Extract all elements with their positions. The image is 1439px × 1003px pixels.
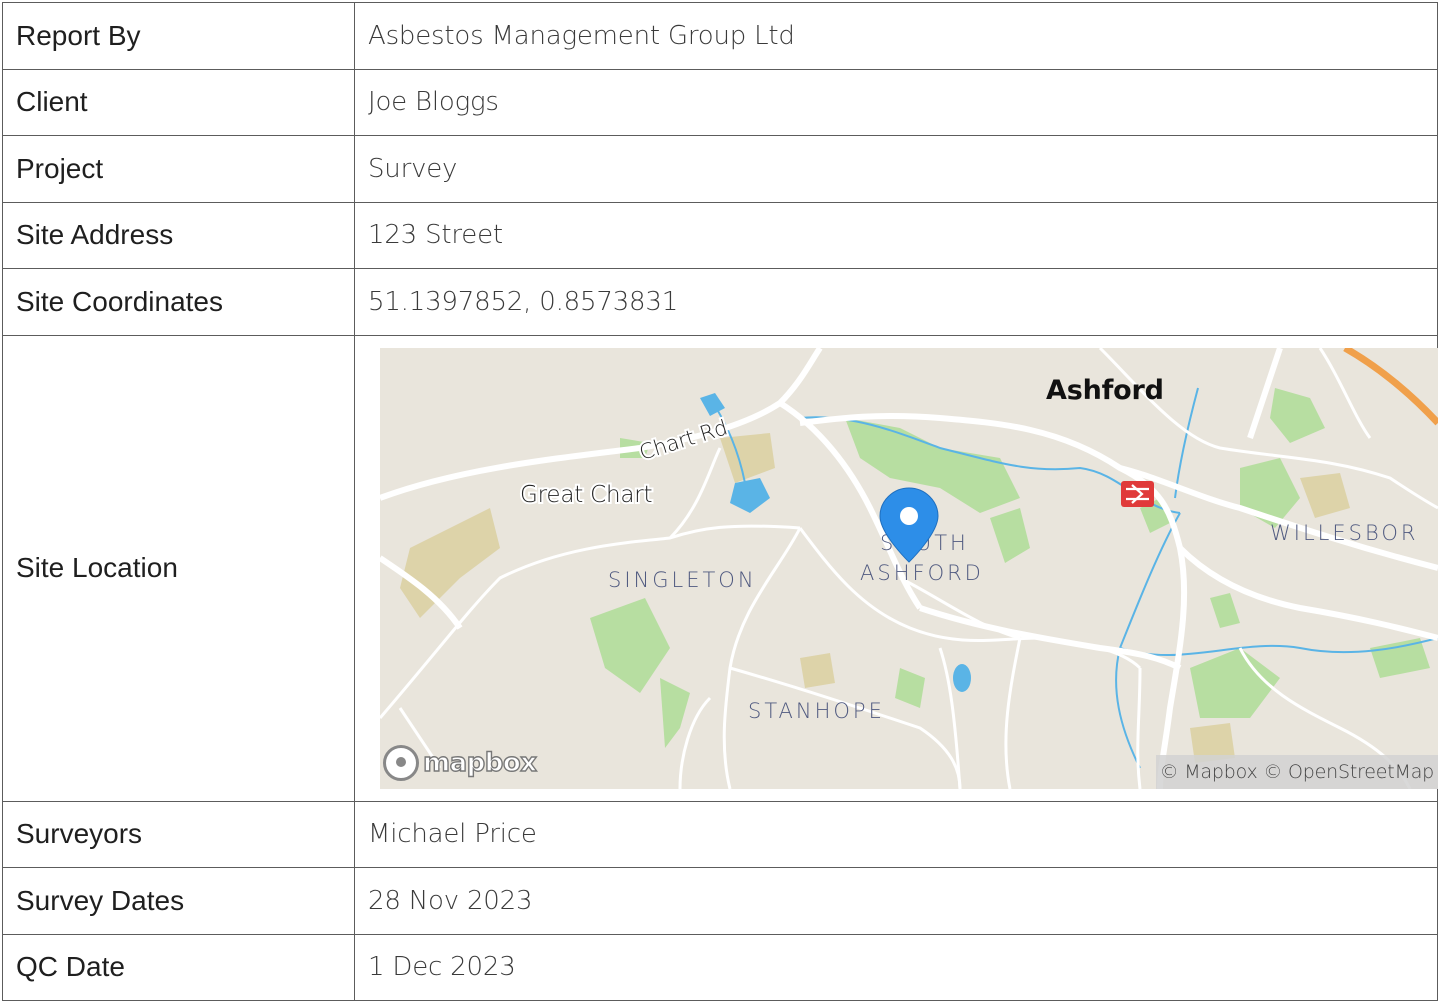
mapbox-logo[interactable]: mapbox xyxy=(383,744,538,781)
site-location-cell: Ashford Great Chart Chart Rd SINGLETON S… xyxy=(354,334,1438,802)
report-by-value: Asbestos Management Group Ltd xyxy=(354,2,1438,70)
qc-date-label: QC Date xyxy=(2,933,355,1001)
place-label-stanhope: STANHOPE xyxy=(748,699,885,723)
place-label-willesborough: WILLESBOR xyxy=(1270,521,1418,545)
row-project: Project Survey xyxy=(2,135,1438,203)
row-qc-date: QC Date 1 Dec 2023 xyxy=(2,933,1438,1001)
report-details-table: Report By Asbestos Management Group Ltd … xyxy=(2,2,1438,1001)
survey-dates-value: 28 Nov 2023 xyxy=(354,867,1438,935)
map-canvas[interactable]: Ashford Great Chart Chart Rd SINGLETON S… xyxy=(380,347,1438,789)
row-client: Client Joe Bloggs xyxy=(2,68,1438,136)
place-label-great-chart: Great Chart xyxy=(520,482,652,508)
client-label: Client xyxy=(2,68,355,136)
row-report-by: Report By Asbestos Management Group Ltd xyxy=(2,2,1438,70)
client-value: Joe Bloggs xyxy=(354,68,1438,136)
row-site-location: Site Location Ashford Great Chart Chart … xyxy=(2,334,1438,802)
mapbox-logo-text: mapbox xyxy=(422,747,537,778)
site-address-label: Site Address xyxy=(2,201,355,269)
site-address-value: 123 Street xyxy=(354,201,1438,269)
project-value: Survey xyxy=(354,135,1438,203)
project-label: Project xyxy=(2,135,355,203)
railway-station-icon[interactable] xyxy=(1121,480,1154,507)
survey-dates-label: Survey Dates xyxy=(2,867,355,935)
row-site-coordinates: Site Coordinates 51.1397852, 0.8573831 xyxy=(2,268,1438,336)
row-surveyors: Surveyors Michael Price xyxy=(2,800,1438,868)
place-label-ashford-district: ASHFORD xyxy=(860,561,984,585)
mapbox-logo-icon xyxy=(383,744,419,781)
row-survey-dates: Survey Dates 28 Nov 2023 xyxy=(2,867,1438,935)
map-attribution[interactable]: © Mapbox © OpenStreetMap xyxy=(1155,754,1438,789)
surveyors-value: Michael Price xyxy=(354,800,1438,868)
site-location-label: Site Location xyxy=(2,334,355,802)
site-location-map[interactable]: Ashford Great Chart Chart Rd SINGLETON S… xyxy=(380,347,1438,789)
surveyors-label: Surveyors xyxy=(2,800,355,868)
place-label-ashford-town: Ashford xyxy=(1046,375,1164,406)
report-by-label: Report By xyxy=(2,2,355,70)
site-coordinates-label: Site Coordinates xyxy=(2,268,355,336)
place-label-singleton: SINGLETON xyxy=(608,568,757,592)
site-coordinates-value: 51.1397852, 0.8573831 xyxy=(354,268,1438,336)
qc-date-value: 1 Dec 2023 xyxy=(354,933,1438,1001)
row-site-address: Site Address 123 Street xyxy=(2,201,1438,269)
